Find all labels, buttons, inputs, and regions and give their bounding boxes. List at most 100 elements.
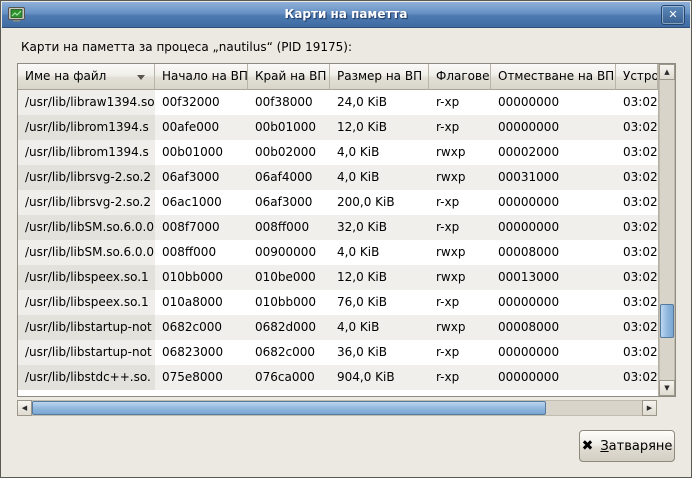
table-row[interactable]: /usr/lib/libstdc++.so.075e8000076ca00090… xyxy=(18,365,658,390)
cell-flags: r-xp xyxy=(429,290,491,315)
cell-flags: r-xp xyxy=(429,190,491,215)
column-header-label: Край на ВП xyxy=(255,64,326,89)
cell-filename: /usr/lib/libSM.so.6.0.0 xyxy=(18,240,155,265)
vertical-scrollbar-thumb[interactable] xyxy=(660,304,674,338)
table-row[interactable]: /usr/lib/libraw1394.so00f3200000f3800024… xyxy=(18,90,658,115)
cell-device: 03:02 xyxy=(616,365,658,390)
scroll-left-button[interactable]: ◀ xyxy=(17,400,32,416)
cell-vm_offset: 00000000 xyxy=(491,290,616,315)
cell-vm_start: 0682c000 xyxy=(155,315,248,340)
cell-flags: r-xp xyxy=(429,215,491,240)
cell-flags: r-xp xyxy=(429,365,491,390)
table-row[interactable]: /usr/lib/libspeex.so.1010a8000010bb00076… xyxy=(18,290,658,315)
cell-flags: rwxp xyxy=(429,315,491,340)
cell-vm_size: 4,0 KiB xyxy=(330,315,429,340)
close-x-icon: ✖ xyxy=(582,439,594,453)
cell-filename: /usr/lib/libSM.so.6.0.0 xyxy=(18,215,155,240)
cell-filename: /usr/lib/libstartup-not xyxy=(18,340,155,365)
cell-vm_size: 904,0 KiB xyxy=(330,365,429,390)
cell-vm_end: 00900000 xyxy=(248,240,330,265)
cell-vm_offset: 00000000 xyxy=(491,365,616,390)
table-row[interactable]: /usr/lib/librsvg-2.so.206af300006af40004… xyxy=(18,165,658,190)
cell-flags: r-xp xyxy=(429,90,491,115)
cell-device: 03:02 xyxy=(616,340,658,365)
cell-device: 03:02 xyxy=(616,190,658,215)
cell-vm_start: 010bb000 xyxy=(155,265,248,290)
cell-device: 03:02 xyxy=(616,240,658,265)
cell-filename: /usr/lib/librsvg-2.so.2 xyxy=(18,190,155,215)
cell-vm_offset: 00000000 xyxy=(491,340,616,365)
cell-vm_end: 0682d000 xyxy=(248,315,330,340)
cell-vm_offset: 00013000 xyxy=(491,265,616,290)
close-dialog-button[interactable]: ✖ Затваряне xyxy=(579,430,675,462)
cell-vm_start: 06823000 xyxy=(155,340,248,365)
table-row[interactable]: /usr/lib/librsvg-2.so.206ac100006af30002… xyxy=(18,190,658,215)
cell-flags: r-xp xyxy=(429,340,491,365)
vertical-scrollbar-trough[interactable] xyxy=(659,80,675,380)
column-header-device[interactable]: Устро xyxy=(616,64,658,90)
table-row[interactable]: /usr/lib/librom1394.s00b0100000b020004,0… xyxy=(18,140,658,165)
cell-vm_end: 00b01000 xyxy=(248,115,330,140)
close-button-label: Затваряне xyxy=(600,439,672,454)
scroll-up-button[interactable]: ▲ xyxy=(659,64,675,80)
cell-vm_offset: 00000000 xyxy=(491,190,616,215)
table-row[interactable]: /usr/lib/libstartup-not0682c0000682d0004… xyxy=(18,315,658,340)
cell-device: 03:02 xyxy=(616,265,658,290)
cell-vm_offset: 00008000 xyxy=(491,315,616,340)
cell-vm_start: 06af3000 xyxy=(155,165,248,190)
scroll-right-button[interactable]: ▶ xyxy=(642,400,657,416)
column-header-label: Флагове xyxy=(436,64,489,89)
table-row[interactable]: /usr/lib/libspeex.so.1010bb000010be00012… xyxy=(18,265,658,290)
cell-device: 03:02 xyxy=(616,290,658,315)
cell-vm_start: 00f32000 xyxy=(155,90,248,115)
table-header: Име на файл Начало на ВП Край на ВПРазмер … xyxy=(18,64,658,90)
table-row[interactable]: /usr/lib/libSM.so.6.0.0008ff000009000004… xyxy=(18,240,658,265)
cell-filename: /usr/lib/librsvg-2.so.2 xyxy=(18,165,155,190)
cell-filename: /usr/lib/librom1394.s xyxy=(18,140,155,165)
cell-vm_end: 00f38000 xyxy=(248,90,330,115)
table-body: /usr/lib/libraw1394.so00f3200000f3800024… xyxy=(18,90,658,396)
cell-vm_size: 12,0 KiB xyxy=(330,115,429,140)
cell-vm_offset: 00000000 xyxy=(491,115,616,140)
cell-vm_end: 06af3000 xyxy=(248,190,330,215)
cell-filename: /usr/lib/librom1394.s xyxy=(18,115,155,140)
vertical-scrollbar[interactable]: ▲ ▼ xyxy=(658,64,675,396)
cell-flags: rwxp xyxy=(429,265,491,290)
column-header-filename[interactable]: Име на файл xyxy=(18,64,155,90)
titlebar[interactable]: Карти на паметта ✕ xyxy=(2,2,690,28)
cell-vm_end: 010be000 xyxy=(248,265,330,290)
column-header-vm_end[interactable]: Край на ВП xyxy=(248,64,330,90)
table-row[interactable]: /usr/lib/librom1394.s00afe00000b0100012,… xyxy=(18,115,658,140)
cell-vm_size: 4,0 KiB xyxy=(330,165,429,190)
cell-vm_start: 00afe000 xyxy=(155,115,248,140)
horizontal-scrollbar-trough[interactable] xyxy=(32,400,642,416)
cell-device: 03:02 xyxy=(616,115,658,140)
cell-filename: /usr/lib/libspeex.so.1 xyxy=(18,265,155,290)
scroll-down-button[interactable]: ▼ xyxy=(659,380,675,396)
cell-vm_size: 4,0 KiB xyxy=(330,140,429,165)
table-row[interactable]: /usr/lib/libstartup-not068230000682c0003… xyxy=(18,340,658,365)
cell-vm_size: 76,0 KiB xyxy=(330,290,429,315)
column-header-label: Устро xyxy=(623,64,657,89)
column-header-vm_size[interactable]: Размер на ВП xyxy=(330,64,429,90)
cell-vm_offset: 00008000 xyxy=(491,240,616,265)
window-title: Карти на паметта xyxy=(2,7,690,21)
cell-vm_start: 00b01000 xyxy=(155,140,248,165)
cell-vm_size: 12,0 KiB xyxy=(330,265,429,290)
cell-flags: rwxp xyxy=(429,140,491,165)
cell-vm_start: 008ff000 xyxy=(155,240,248,265)
memory-map-table-frame: Име на файл Начало на ВП Край на ВПРазмер … xyxy=(17,63,676,397)
sort-descending-icon xyxy=(137,75,145,80)
window-close-button[interactable]: ✕ xyxy=(661,5,685,25)
table-row[interactable]: /usr/lib/libSM.so.6.0.0008f7000008ff0003… xyxy=(18,215,658,240)
column-header-label: Отместване на ВП xyxy=(498,64,614,89)
column-header-flags[interactable]: Флагове xyxy=(429,64,491,90)
horizontal-scrollbar-thumb[interactable] xyxy=(32,401,546,415)
column-header-vm_start[interactable]: Начало на ВП xyxy=(155,64,248,90)
cell-vm_end: 076ca000 xyxy=(248,365,330,390)
cell-device: 03:02 xyxy=(616,90,658,115)
cell-filename: /usr/lib/libstdc++.so. xyxy=(18,365,155,390)
horizontal-scrollbar[interactable]: ◀ ▶ xyxy=(17,400,657,416)
column-header-vm_offset[interactable]: Отместване на ВП xyxy=(491,64,616,90)
column-header-label: Име на файл xyxy=(25,64,106,89)
